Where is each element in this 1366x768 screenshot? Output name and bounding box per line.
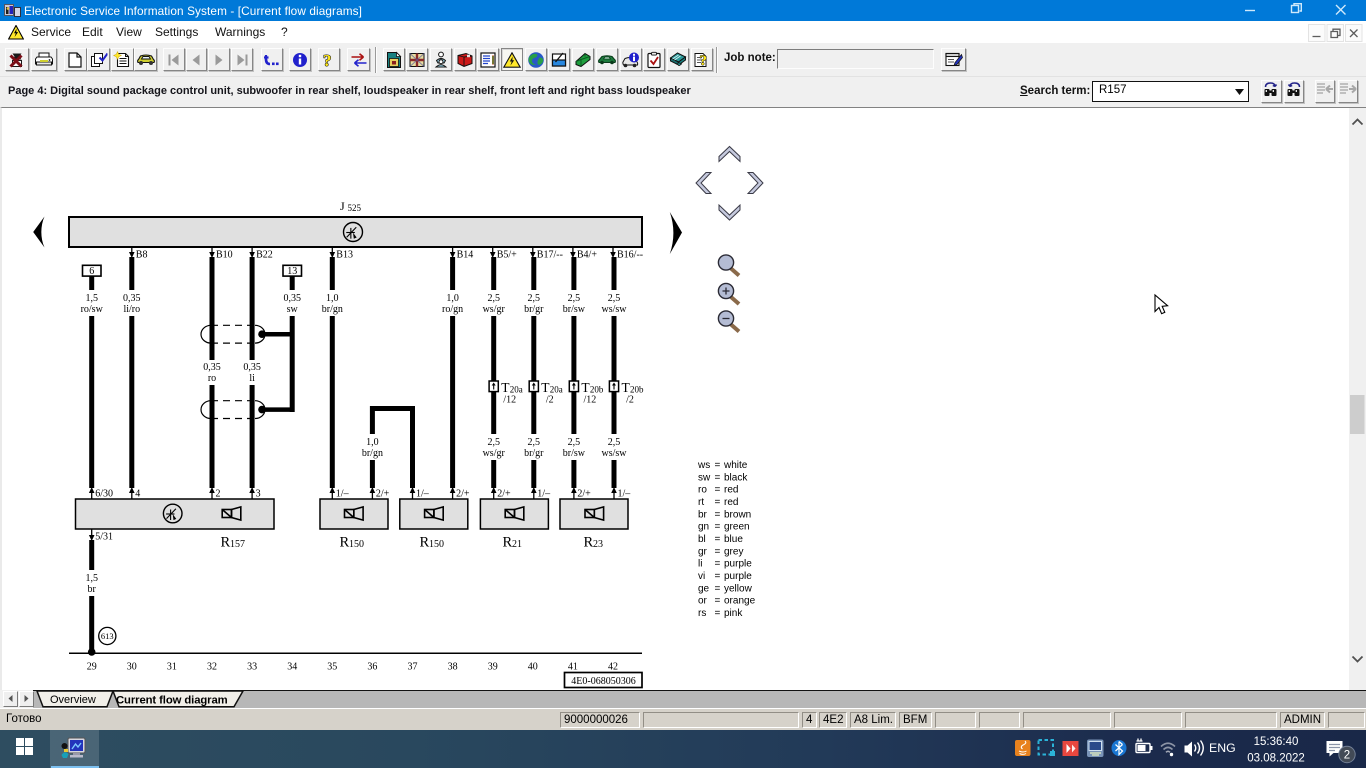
svg-text:?: ? (699, 53, 707, 69)
svg-text:?: ? (323, 52, 332, 68)
svg-text:Current flow diagram: Current flow diagram (116, 695, 228, 707)
svg-text:Overview: Overview (50, 694, 96, 706)
